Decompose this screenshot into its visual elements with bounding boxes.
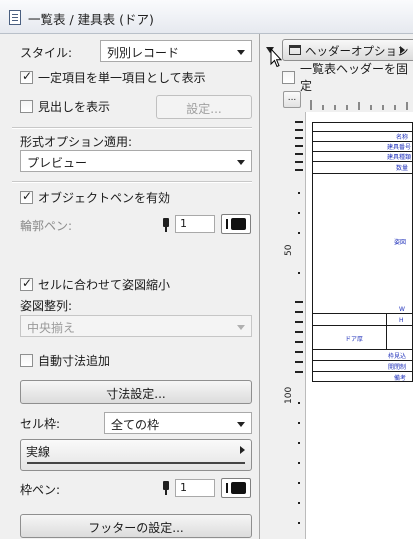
- checkbox-box[interactable]: [20, 189, 33, 204]
- figure-align-dropdown[interactable]: 中央揃え: [20, 315, 252, 337]
- table-row: [312, 173, 413, 174]
- style-dropdown[interactable]: 列別レコード: [100, 40, 252, 62]
- list-header-fixed-label: 一覧表ヘッダーを固定: [300, 62, 409, 93]
- show-heading-label: 見出しを表示: [38, 99, 111, 114]
- table-row: [312, 360, 413, 361]
- outline-pen-label: 輪郭ペン:: [20, 219, 73, 233]
- cell-frame-wrap: 枠見込: [388, 353, 407, 360]
- style-label: スタイル:: [20, 46, 73, 60]
- chevron-down-icon: [237, 422, 245, 427]
- ruler-mark-100: 100: [284, 386, 294, 404]
- dim-settings-button[interactable]: 寸法設定...: [20, 380, 252, 404]
- ruler-mark-50: 50: [284, 244, 294, 256]
- line-type-value: 実線: [26, 445, 51, 459]
- format-option-label: 形式オプション適用:: [20, 135, 133, 149]
- table-row: [312, 161, 413, 162]
- document-icon: [9, 10, 21, 25]
- line-weight-swatch[interactable]: [221, 214, 251, 234]
- chevron-right-icon: [400, 46, 405, 54]
- cell-h: H: [399, 317, 404, 324]
- fit-cell-label: セルに合わせて姿図縮小: [38, 277, 171, 292]
- checkbox-box[interactable]: [20, 99, 33, 113]
- pen-icon: [162, 481, 170, 495]
- checkbox-box[interactable]: [20, 353, 33, 367]
- table-row: [312, 371, 413, 372]
- ruler-corner-button[interactable]: ...: [283, 91, 301, 108]
- separator: [12, 127, 252, 128]
- checkbox-box[interactable]: [282, 70, 295, 84]
- figure-align-label: 姿図整列:: [20, 299, 73, 313]
- list-header-fixed-checkbox[interactable]: 一覧表ヘッダーを固定: [282, 62, 413, 93]
- line-weight-swatch[interactable]: [221, 478, 251, 498]
- show-heading-checkbox[interactable]: 見出しを表示: [20, 98, 110, 114]
- pen-icon: [162, 218, 170, 232]
- cell-frame-label: セル枠:: [20, 417, 61, 431]
- table-col: [386, 313, 387, 349]
- horizontal-ruler: [310, 100, 408, 110]
- fixed-items-checkbox[interactable]: 一定項目を単一項目として表示: [20, 69, 206, 85]
- window-title: 一覧表 / 建具表 (ドア): [28, 12, 154, 27]
- table-row: [312, 349, 413, 350]
- cell-fitting-type: 建具種類: [387, 154, 412, 161]
- auto-dim-label: 自動寸法追加: [38, 353, 111, 368]
- header-option-button[interactable]: ヘッダーオプション: [282, 39, 413, 61]
- line-sample: [27, 462, 245, 464]
- cell-opening-system: 開閉制: [388, 364, 407, 371]
- chevron-right-icon: [240, 446, 245, 454]
- figure-align-value: 中央揃え: [27, 321, 76, 335]
- fit-cell-checkbox[interactable]: セルに合わせて姿図縮小: [20, 276, 170, 292]
- object-pen-label: オブジェクトペンを有効: [38, 190, 171, 205]
- format-option-dropdown[interactable]: プレビュー: [20, 150, 252, 172]
- cell-remarks: 備考: [394, 375, 407, 382]
- checkbox-box[interactable]: [20, 276, 33, 291]
- fixed-items-label: 一定項目を単一項目として表示: [38, 70, 206, 85]
- object-pen-checkbox[interactable]: オブジェクトペンを有効: [20, 189, 170, 205]
- cell-door-thickness: ドア厚: [345, 336, 364, 343]
- checkbox-box[interactable]: [20, 69, 33, 84]
- frame-pen-number[interactable]: 1: [175, 479, 215, 497]
- cell-frame-dropdown[interactable]: 全ての枠: [104, 412, 252, 434]
- cell-quantity: 数量: [396, 165, 409, 172]
- line-type-selector[interactable]: 実線: [20, 439, 252, 471]
- cell-name: 名称: [396, 134, 409, 141]
- chevron-down-icon: [237, 50, 245, 55]
- format-option-value: プレビュー: [27, 156, 88, 170]
- cell-frame-value: 全ての枠: [111, 418, 160, 432]
- vertical-ruler: [295, 121, 303, 524]
- auto-dim-checkbox[interactable]: 自動寸法追加: [20, 352, 110, 368]
- table-row: [312, 313, 413, 314]
- separator: [12, 181, 252, 182]
- footer-settings-button[interactable]: フッターの設定...: [20, 514, 252, 538]
- header-table-icon: [289, 45, 301, 55]
- cell-w: W: [399, 306, 405, 313]
- style-value: 列別レコード: [107, 46, 180, 60]
- cell-fitting-no: 建具番号: [387, 144, 412, 151]
- chevron-down-icon: [237, 325, 245, 330]
- header-option-label: ヘッダーオプション: [305, 44, 409, 58]
- settings-button[interactable]: 設定...: [156, 95, 252, 119]
- table-row: [312, 325, 413, 326]
- title-bar: 一覧表 / 建具表 (ドア): [0, 0, 413, 34]
- outline-pen-number[interactable]: 1: [175, 215, 215, 233]
- frame-pen-label: 枠ペン:: [20, 483, 61, 497]
- mouse-cursor-icon: [270, 48, 282, 68]
- chevron-down-icon: [237, 160, 245, 165]
- cell-figure: 姿図: [394, 239, 407, 246]
